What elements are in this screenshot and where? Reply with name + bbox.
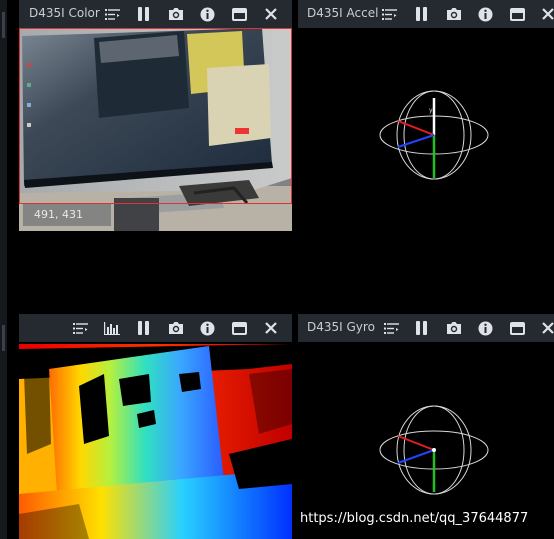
maximize-icon[interactable] bbox=[508, 5, 526, 23]
list-settings-icon[interactable] bbox=[103, 5, 121, 23]
camera-icon[interactable] bbox=[167, 5, 185, 23]
rail-marker bbox=[2, 12, 5, 38]
camera-icon[interactable] bbox=[167, 319, 185, 337]
origin-point bbox=[432, 448, 436, 452]
gyro-motion-view[interactable] bbox=[298, 342, 554, 539]
accel-panel-header: D435I Accel bbox=[298, 0, 554, 28]
close-icon[interactable] bbox=[539, 319, 554, 337]
list-settings-icon[interactable] bbox=[71, 319, 89, 337]
pause-icon[interactable] bbox=[413, 5, 431, 23]
pause-icon[interactable] bbox=[413, 319, 431, 337]
panel-title: D435I Gyro bbox=[307, 320, 375, 334]
x-axis-arrow bbox=[397, 435, 435, 451]
color-stream-view[interactable]: 491, 431 bbox=[19, 28, 292, 231]
x-axis-arrow bbox=[397, 120, 435, 136]
depth-stream-panel bbox=[19, 314, 292, 539]
rail-marker bbox=[2, 325, 5, 351]
accel-motion-view[interactable]: y bbox=[298, 28, 554, 231]
pause-icon[interactable] bbox=[135, 319, 153, 337]
info-icon[interactable] bbox=[198, 319, 216, 337]
info-icon[interactable] bbox=[198, 5, 216, 23]
info-icon[interactable] bbox=[476, 319, 494, 337]
list-settings-icon[interactable] bbox=[380, 5, 398, 23]
pixel-coordinate-readout: 491, 431 bbox=[23, 204, 111, 226]
watermark-url: https://blog.csdn.net/qq_37644877 bbox=[300, 511, 529, 526]
info-icon[interactable] bbox=[476, 5, 494, 23]
camera-icon[interactable] bbox=[445, 319, 463, 337]
maximize-icon[interactable] bbox=[230, 319, 248, 337]
depth-stream-view[interactable] bbox=[19, 344, 292, 539]
list-settings-icon[interactable] bbox=[382, 319, 400, 337]
histogram-icon[interactable] bbox=[103, 319, 121, 337]
motion-sphere bbox=[379, 405, 489, 495]
maximize-icon[interactable] bbox=[508, 319, 526, 337]
panel-title: D435I Accel bbox=[307, 6, 379, 20]
close-icon[interactable] bbox=[539, 5, 554, 23]
pause-icon[interactable] bbox=[135, 5, 153, 23]
color-panel-header: D435I Color bbox=[19, 0, 292, 28]
gyro-vector-arrow bbox=[397, 449, 435, 464]
color-camera-frame bbox=[19, 28, 292, 231]
accel-vector-arrow bbox=[397, 134, 435, 148]
camera-icon[interactable] bbox=[445, 5, 463, 23]
panel-title: D435I Color bbox=[29, 6, 100, 20]
gyro-panel-header: D435I Gyro bbox=[298, 314, 554, 342]
maximize-icon[interactable] bbox=[230, 5, 248, 23]
axis-label: y bbox=[429, 107, 433, 114]
motion-sphere: y bbox=[379, 90, 489, 180]
gyro-stream-panel: D435I Gyro bbox=[298, 314, 554, 539]
depth-panel-header bbox=[19, 314, 292, 342]
depth-colormap-frame bbox=[19, 344, 292, 539]
left-rail bbox=[0, 0, 7, 539]
color-stream-panel: D435I Color 491, 431 bbox=[19, 0, 292, 231]
close-icon[interactable] bbox=[262, 319, 280, 337]
accel-stream-panel: D435I Accel y bbox=[298, 0, 554, 231]
close-icon[interactable] bbox=[262, 5, 280, 23]
